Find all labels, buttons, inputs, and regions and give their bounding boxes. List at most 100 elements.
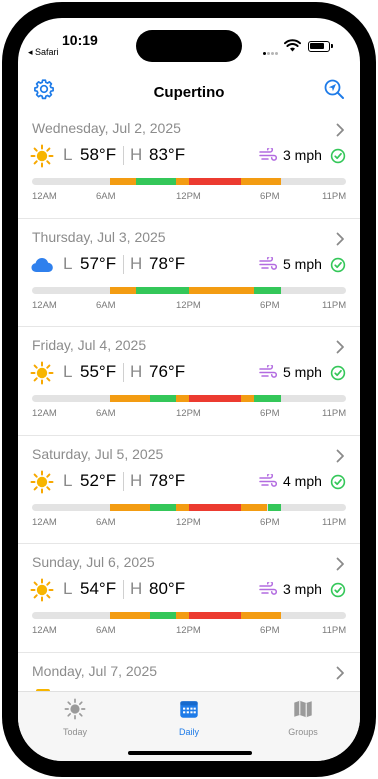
chevron-right-icon[interactable] — [336, 666, 345, 680]
dynamic-island — [136, 30, 242, 62]
wind-icon — [259, 582, 277, 595]
chevron-right-icon[interactable] — [336, 557, 345, 571]
high-label: H — [130, 579, 143, 598]
daily-forecast-list: Wednesday, Jul 2, 2025 L 58°F H 83°F 3 mph 12A… — [18, 110, 360, 695]
comfort-segment — [176, 612, 189, 619]
comfort-segment — [189, 286, 254, 294]
temp-divider — [123, 471, 124, 491]
cloud-icon — [31, 257, 53, 272]
nav-bar: Cupertino — [18, 74, 360, 114]
time-tick: 6AM — [96, 625, 116, 636]
low-temp: 54°F — [80, 579, 117, 598]
chevron-right-icon[interactable] — [336, 123, 345, 137]
comfort-segment — [241, 395, 254, 402]
day-date: Thursday, Jul 3, 2025 — [32, 228, 166, 245]
page-title: Cupertino — [153, 84, 225, 101]
home-indicator — [128, 751, 252, 755]
comfort-segment — [149, 612, 177, 619]
sun-icon — [30, 361, 54, 385]
chevron-right-icon[interactable] — [336, 232, 345, 246]
map-icon — [294, 700, 312, 718]
time-tick: 11PM — [322, 516, 347, 528]
sun-icon — [30, 144, 54, 168]
day-row[interactable]: Saturday, Jul 5, 2025 L 52°F H 78°F 4 mph 12AM… — [18, 436, 360, 544]
low-label: L — [63, 253, 73, 273]
wind-speed: 5 mph — [283, 255, 322, 272]
time-tick: 12AM — [32, 408, 57, 419]
wind-speed: 4 mph — [283, 472, 322, 489]
day-row[interactable]: Thursday, Jul 3, 2025 L 57°F H 78°F 5 mph 12AM… — [18, 219, 360, 327]
tab-daily[interactable]: Daily — [149, 698, 229, 737]
high-label: H — [130, 362, 143, 381]
low-temp: 52°F — [80, 470, 117, 490]
day-row[interactable]: Monday, Jul 7, 2025 — [18, 653, 360, 696]
comfort-segment — [176, 395, 189, 402]
high-temp: 78°F — [149, 470, 186, 490]
low-label: L — [63, 470, 73, 490]
time-tick: 6AM — [96, 408, 116, 419]
time-tick: 12AM — [32, 191, 57, 202]
time-tick: 6AM — [96, 516, 116, 528]
day-date: Saturday, Jul 5, 2025 — [32, 445, 164, 462]
temp-divider — [123, 146, 124, 165]
comfort-segment — [109, 395, 150, 402]
time-tick: 6PM — [260, 191, 280, 202]
tab-groups[interactable]: Groups — [263, 698, 343, 737]
comfort-segment — [176, 178, 189, 185]
comfort-segment — [136, 178, 177, 185]
low-temp: 55°F — [80, 362, 117, 381]
day-row[interactable]: Friday, Jul 4, 2025 L 55°F H 76°F 5 mph 12AM 6A… — [18, 327, 360, 436]
signal-icon — [263, 42, 279, 60]
tab-today-label: Today — [62, 727, 88, 737]
wind-speed: 5 mph — [283, 364, 322, 380]
tab-bar: Today Daily Groups — [18, 691, 360, 761]
chevron-right-icon[interactable] — [336, 340, 345, 354]
battery-icon — [308, 41, 333, 52]
comfort-segment — [189, 503, 242, 511]
time-tick: 12AM — [32, 299, 57, 311]
high-temp: 83°F — [149, 145, 186, 164]
day-date: Friday, Jul 4, 2025 — [32, 337, 147, 353]
time-tick: 6PM — [260, 299, 280, 311]
time-tick: 11PM — [322, 625, 347, 636]
hourly-comfort-bar — [32, 503, 346, 511]
checkmark-circle-icon — [330, 474, 346, 489]
time-tick: 6PM — [260, 408, 280, 419]
location-search-icon[interactable] — [322, 77, 346, 101]
comfort-segment — [189, 612, 242, 619]
sun-icon — [64, 698, 86, 720]
low-label: L — [63, 579, 73, 598]
comfort-segment — [109, 178, 137, 185]
time-tick: 12PM — [176, 408, 201, 419]
comfort-segment — [109, 503, 150, 511]
time-tick: 12AM — [32, 516, 57, 528]
comfort-segment — [176, 503, 189, 511]
chevron-right-icon[interactable] — [336, 449, 345, 463]
wifi-icon — [284, 39, 301, 52]
high-label: H — [130, 470, 143, 490]
comfort-segment — [189, 395, 242, 402]
high-temp: 78°F — [149, 253, 186, 273]
low-temp: 58°F — [80, 145, 117, 164]
day-row[interactable]: Sunday, Jul 6, 2025 L 54°F H 80°F 3 mph 12AM 6A… — [18, 544, 360, 653]
day-date: Monday, Jul 7, 2025 — [32, 662, 158, 679]
tab-groups-label: Groups — [288, 727, 318, 737]
high-label: H — [130, 145, 143, 164]
high-temp: 76°F — [149, 362, 186, 381]
time-tick: 12PM — [176, 625, 201, 636]
back-to-safari-link[interactable]: ◂ Safari — [28, 47, 59, 58]
comfort-segment — [189, 178, 242, 185]
comfort-segment — [136, 286, 189, 294]
wind-speed: 3 mph — [283, 581, 322, 597]
day-row[interactable]: Wednesday, Jul 2, 2025 L 58°F H 83°F 3 mph 12A… — [18, 110, 360, 219]
wind-icon — [259, 256, 277, 270]
checkmark-circle-icon — [330, 365, 346, 381]
comfort-segment — [241, 178, 281, 185]
calendar-icon — [180, 701, 198, 718]
time-tick: 6AM — [96, 299, 116, 311]
comfort-segment — [109, 612, 150, 619]
tab-today[interactable]: Today — [35, 698, 115, 737]
low-label: L — [63, 145, 73, 164]
tab-daily-label: Daily — [178, 727, 199, 737]
sun-icon — [30, 470, 54, 493]
